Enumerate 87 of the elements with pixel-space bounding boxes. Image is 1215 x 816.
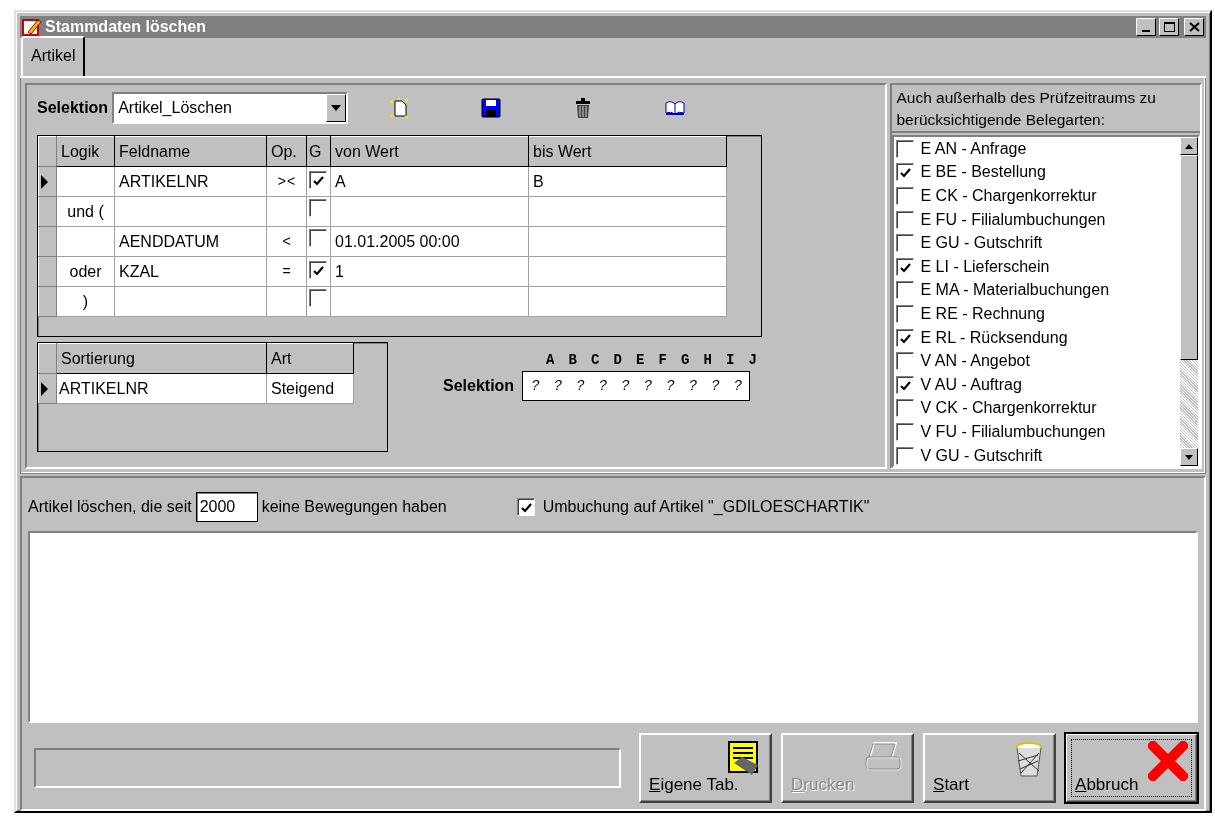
current-row-icon (39, 380, 49, 399)
checkbox-label[interactable]: V AN - Angebot (920, 349, 1030, 374)
checkbox-label[interactable]: E RL - Rücksendung (920, 325, 1068, 350)
checkbox[interactable] (309, 199, 327, 217)
dropdown-button[interactable] (326, 94, 347, 122)
checkbox-label[interactable]: E AN - Anfrage (920, 137, 1027, 161)
current-row-icon (39, 173, 49, 192)
checkbox-label[interactable]: E BE - Bestellung (920, 160, 1046, 185)
table-cell: B (528, 166, 727, 197)
column-letter: G (680, 351, 691, 370)
column-header: Logik (56, 136, 115, 167)
table-cell: oder (56, 256, 115, 287)
checkbox-label[interactable]: V CK - Chargenkorrektur (920, 396, 1097, 421)
column-letter: D (612, 351, 623, 370)
app-icon (22, 17, 42, 37)
table-cell (56, 226, 115, 257)
maximize-button[interactable] (1159, 18, 1179, 36)
scroll-thumb[interactable] (1180, 155, 1198, 360)
table-cell: AENDDATUM (114, 226, 267, 257)
column-header: G (306, 136, 331, 167)
option-label: Artikel löschen, die seit (28, 497, 192, 517)
action-button[interactable]: Start (923, 733, 1057, 803)
minimize-icon (1142, 30, 1150, 32)
column-letter: A (545, 351, 556, 370)
new-document-icon[interactable] (388, 97, 411, 119)
selection-mask-field[interactable]: ? ? ? ? ? ? ? ? ? ? (522, 371, 751, 401)
checkbox-label[interactable]: E GU - Gutschrift (920, 231, 1043, 256)
checkbox-label[interactable]: V GU - Gutschrift (920, 443, 1043, 466)
checkbox[interactable] (309, 260, 327, 279)
table-cell: KZAL (114, 256, 267, 287)
close-icon (1188, 22, 1200, 32)
selection-combo[interactable]: Artikel_Löschen (112, 92, 349, 124)
caret-icon (331, 105, 342, 111)
table-cell: = (266, 256, 307, 287)
column-header: Art (266, 343, 354, 374)
close-button[interactable] (1184, 18, 1204, 36)
scroll-up-icon[interactable] (1185, 143, 1193, 149)
table-cell: ARTIKELNR (56, 373, 267, 404)
column-letter: J (747, 351, 758, 370)
table-cell: A (330, 166, 529, 197)
checkbox-label[interactable]: E MA - Materialbuchungen (920, 278, 1110, 303)
checkbox[interactable] (309, 229, 327, 247)
checkbox[interactable] (516, 498, 535, 516)
checkbox[interactable] (309, 170, 327, 189)
cross-icon (1148, 741, 1188, 781)
years-field[interactable]: 2000 (195, 492, 258, 522)
column-letter: B (567, 351, 578, 370)
table-cell: 1 (330, 256, 529, 287)
printer-icon (864, 741, 905, 773)
scrollbar[interactable] (1180, 137, 1198, 466)
table-cell: Steigend (266, 373, 354, 404)
table-cell: < (266, 226, 307, 257)
maximize-icon (1163, 22, 1175, 32)
checkbox-label[interactable]: E LI - Lieferschein (920, 254, 1050, 279)
checkbox[interactable] (309, 289, 327, 307)
field-label: Selektion (37, 98, 109, 118)
table-cell: > < (266, 166, 307, 197)
table-cell (56, 166, 115, 197)
column-header: von Wert (330, 136, 529, 167)
checkbox-label[interactable]: E RE - Rechnung (920, 301, 1045, 326)
column-letter: I (725, 351, 736, 370)
table-cell: und ( (56, 196, 115, 227)
action-button[interactable]: Eigene Tab. (639, 733, 773, 803)
checkbox-label[interactable]: V FU - Filialumbuchungen (920, 419, 1106, 444)
checkbox-label[interactable]: E CK - Chargenkorrektur (920, 184, 1097, 208)
tab[interactable]: Artikel (21, 36, 86, 76)
column-letter: E (635, 351, 646, 370)
column-header: Op. (266, 136, 307, 167)
scroll-down-icon[interactable] (1185, 454, 1193, 460)
column-header: bis Wert (528, 136, 727, 167)
table-cell: ARTIKELNR (114, 166, 267, 197)
column-header: Sortierung (56, 343, 267, 374)
table-cell: ) (56, 286, 115, 317)
checkbox-label[interactable]: E FU - Filialumbuchungen (920, 207, 1106, 232)
checkbox-label[interactable]: Umbuchung auf Artikel "_GDILOESCHARTIK" (542, 495, 870, 519)
column-header: Feldname (114, 136, 267, 167)
window-title: Stammdaten löschen (45, 17, 207, 37)
action-button[interactable]: Abbruch (1065, 733, 1198, 803)
checkbox-label[interactable]: V AU - Auftrag (920, 372, 1022, 397)
option-label: keine Bewegungen haben (261, 497, 447, 517)
column-letter: F (657, 351, 668, 370)
minimize-button[interactable] (1136, 18, 1156, 36)
column-letter: H (702, 351, 713, 370)
list-caption: Auch außerhalb des Prüfzeitraums zu berücksichtigende Belegarten: (896, 88, 1157, 130)
field-label: Selektion (443, 376, 515, 396)
column-letter: C (590, 351, 601, 370)
table-cell: 01.01.2005 00:00 (330, 226, 529, 257)
